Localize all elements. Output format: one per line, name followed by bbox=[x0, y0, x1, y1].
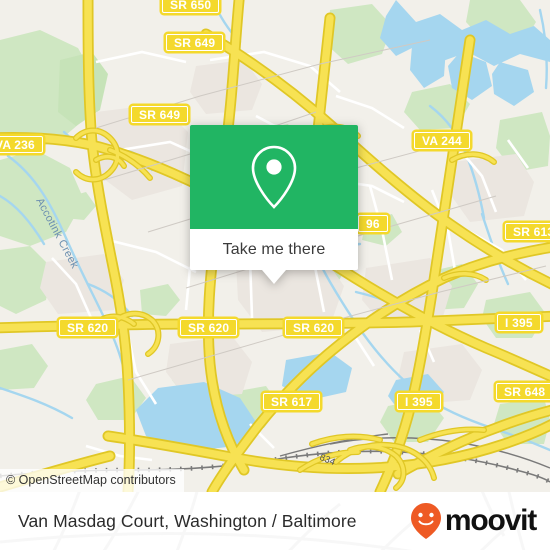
road-shield-label: VA 244 bbox=[414, 132, 470, 149]
road-shield: SR 649 bbox=[130, 105, 190, 124]
moovit-pin-icon bbox=[410, 503, 441, 539]
road-shield: SR 649 bbox=[165, 33, 225, 52]
road-shield: I 395 bbox=[396, 392, 442, 411]
road-shield-label: VA 236 bbox=[0, 136, 43, 153]
footer-bar: Van Masdag Court, Washington / Baltimore… bbox=[0, 492, 550, 550]
moovit-map-screen: SR 650 SR 649 SR 649 VA 236 VA 244 SR 613 SR 6… bbox=[0, 0, 550, 550]
road-shield-label: SR 649 bbox=[131, 106, 189, 123]
location-popup[interactable]: Take me there bbox=[190, 125, 358, 284]
moovit-wordmark: moovit bbox=[444, 504, 537, 537]
road-shield-label: SR 617 bbox=[263, 393, 321, 410]
road-shield: SR 613 bbox=[504, 222, 550, 241]
moovit-brand[interactable]: moovit bbox=[409, 502, 537, 540]
osm-attribution[interactable]: © OpenStreetMap contributors bbox=[0, 468, 184, 492]
road-shield-label: SR 620 bbox=[180, 319, 238, 336]
road-shield-label: SR 648 bbox=[496, 383, 550, 400]
popup-action-bar[interactable]: Take me there bbox=[190, 229, 358, 270]
road-shield-label: SR 620 bbox=[285, 319, 343, 336]
take-me-there-label: Take me there bbox=[222, 240, 326, 258]
road-shield: SR 648 bbox=[495, 382, 550, 401]
road-shield: SR 620 bbox=[58, 318, 118, 337]
road-shield-label: I 395 bbox=[497, 314, 541, 331]
map-pin-icon bbox=[251, 145, 297, 209]
road-shield-label: SR 649 bbox=[166, 34, 224, 51]
road-shield-label: SR 620 bbox=[59, 319, 117, 336]
road-shield: I 395 bbox=[496, 313, 542, 332]
road-shield-label: I 395 bbox=[397, 393, 441, 410]
location-title: Van Masdag Court, Washington / Baltimore bbox=[18, 510, 357, 531]
road-shield-label: SR 650 bbox=[162, 0, 220, 13]
road-shield: SR 617 bbox=[262, 392, 322, 411]
popup-tail bbox=[262, 270, 286, 284]
popup-header bbox=[190, 125, 358, 229]
road-shield-label: SR 613 bbox=[505, 223, 550, 240]
road-shield: SR 620 bbox=[179, 318, 239, 337]
road-shield: SR 650 bbox=[161, 0, 221, 14]
road-shield-label: 96 bbox=[358, 215, 388, 232]
road-shield: SR 620 bbox=[284, 318, 344, 337]
road-shield: VA 236 bbox=[0, 135, 44, 154]
road-shield: 96 bbox=[357, 214, 389, 233]
road-shield: VA 244 bbox=[413, 131, 471, 150]
